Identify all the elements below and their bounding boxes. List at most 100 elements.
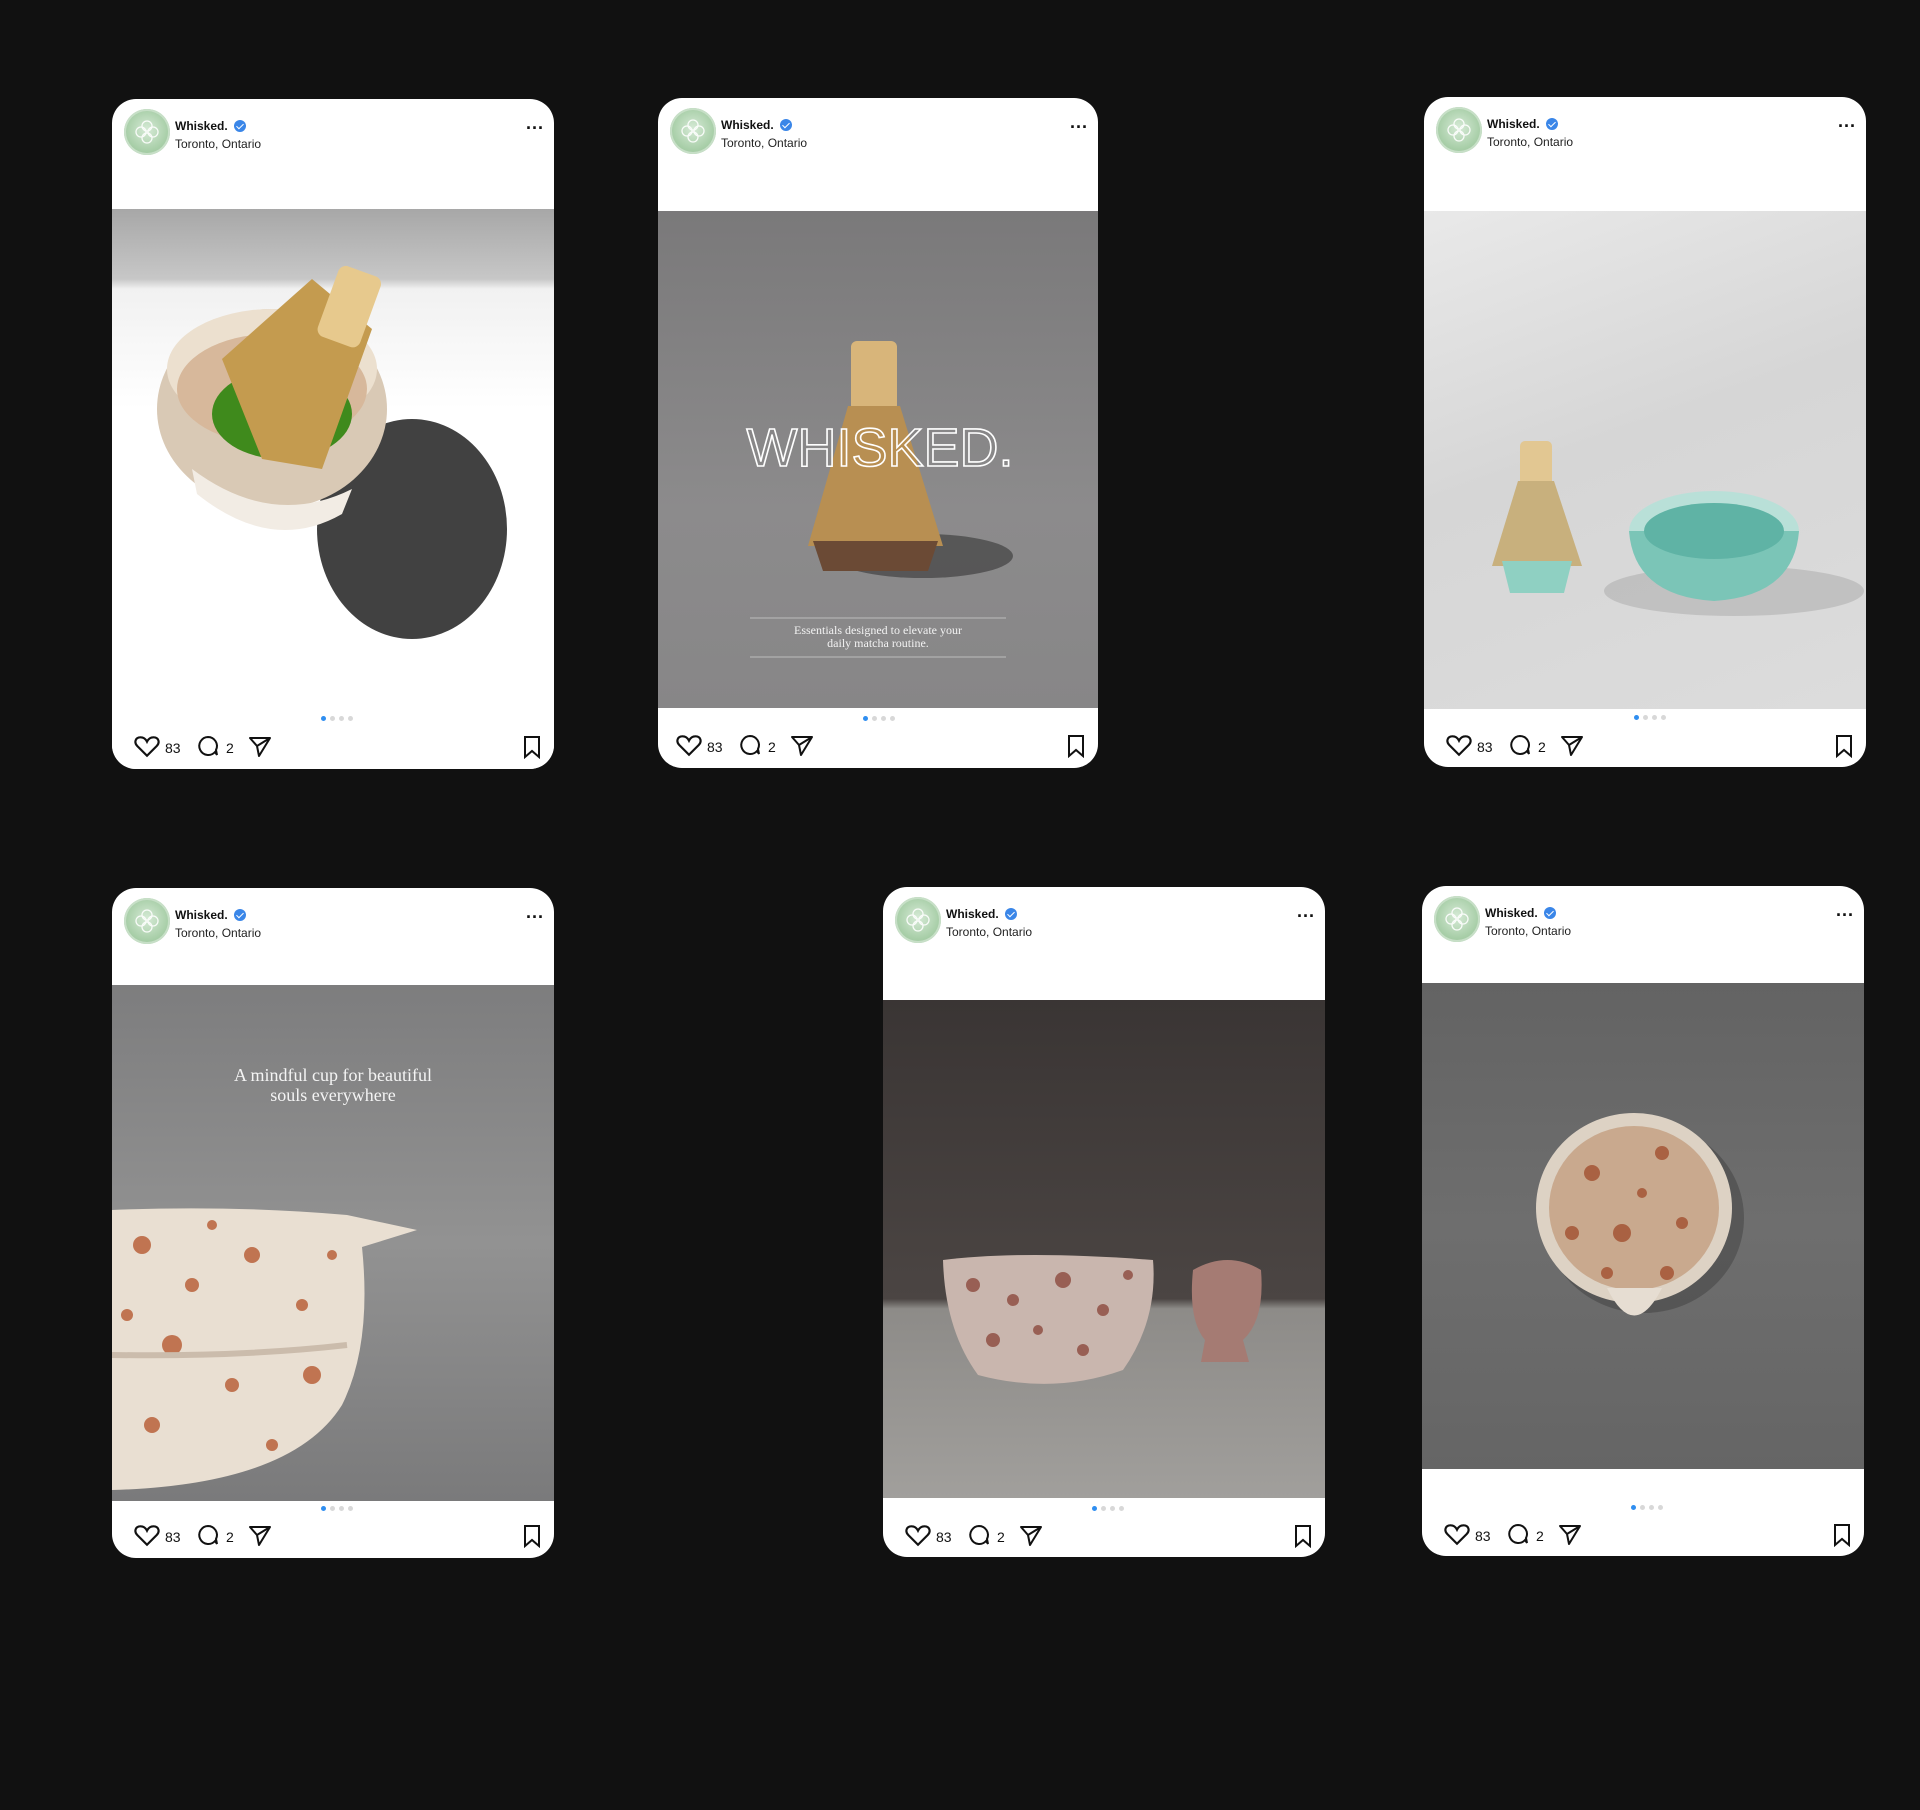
post-actions: 83 2 [658, 728, 1098, 762]
carousel-dot [1110, 1506, 1115, 1511]
avatar[interactable] [670, 108, 716, 154]
leaf-logo-icon [1447, 118, 1471, 142]
send-icon[interactable] [1560, 733, 1584, 757]
avatar[interactable] [1434, 896, 1480, 942]
avatar[interactable] [895, 897, 941, 943]
comment-icon[interactable] [738, 733, 762, 757]
more-options-button[interactable]: ... [1070, 113, 1088, 131]
send-icon[interactable] [248, 1523, 272, 1547]
bookmark-icon[interactable] [1832, 1523, 1852, 1547]
carousel-dot [1640, 1505, 1645, 1510]
post-image[interactable] [1422, 983, 1864, 1469]
post-image[interactable] [112, 209, 554, 769]
post-header: Whisked. Toronto, Ontario ... [1424, 97, 1866, 167]
location[interactable]: Toronto, Ontario [721, 136, 807, 150]
avatar[interactable] [124, 898, 170, 944]
carousel-dot [1649, 1505, 1654, 1510]
heart-icon[interactable] [676, 733, 702, 757]
carousel-dot [1643, 715, 1648, 720]
more-options-button[interactable]: ... [1836, 901, 1854, 919]
send-icon[interactable] [248, 734, 272, 758]
carousel-dot [1634, 715, 1639, 720]
carousel-indicator [1631, 1505, 1663, 1510]
username[interactable]: Whisked. [721, 118, 792, 132]
post-image[interactable] [883, 1000, 1325, 1498]
overlay-wordmark: WHISKED. [746, 418, 1013, 478]
post-actions: 83 2 [112, 729, 554, 763]
more-options-button[interactable]: ... [526, 114, 544, 132]
location[interactable]: Toronto, Ontario [1487, 135, 1573, 149]
post-image[interactable] [1424, 211, 1866, 709]
avatar[interactable] [1436, 107, 1482, 153]
carousel-dot [339, 1506, 344, 1511]
carousel-dot [348, 716, 353, 721]
username-text: Whisked. [946, 907, 999, 921]
location[interactable]: Toronto, Ontario [175, 926, 261, 940]
leaf-logo-icon [135, 909, 159, 933]
comment-icon[interactable] [1506, 1522, 1530, 1546]
username-text: Whisked. [1485, 906, 1538, 920]
post-actions: 83 2 [1422, 1517, 1864, 1551]
carousel-dot [881, 716, 886, 721]
location[interactable]: Toronto, Ontario [946, 925, 1032, 939]
username[interactable]: Whisked. [1485, 906, 1556, 920]
username[interactable]: Whisked. [175, 908, 246, 922]
like-count: 83 [936, 1529, 952, 1545]
whisk-and-teal-bowl-illustration [1492, 441, 1864, 616]
heart-icon[interactable] [1446, 733, 1472, 757]
more-options-button[interactable]: ... [1838, 112, 1856, 130]
bookmark-icon[interactable] [1293, 1524, 1313, 1548]
carousel-dot [1661, 715, 1666, 720]
bookmark-icon[interactable] [522, 1524, 542, 1548]
username-text: Whisked. [1487, 117, 1540, 131]
bookmark-icon[interactable] [1066, 734, 1086, 758]
carousel-dot [1631, 1505, 1636, 1510]
leaf-logo-icon [1445, 907, 1469, 931]
post-image[interactable]: A mindful cup for beautiful souls everyw… [112, 985, 554, 1501]
like-count: 83 [707, 739, 723, 755]
comment-count: 2 [997, 1529, 1005, 1545]
carousel-dot [1658, 1505, 1663, 1510]
more-options-button[interactable]: ... [1297, 902, 1315, 920]
carousel-dot [872, 716, 877, 721]
post-card: Whisked. Toronto, Ontario ... 83 2 [1424, 97, 1866, 767]
comment-icon[interactable] [196, 734, 220, 758]
carousel-indicator [321, 1506, 353, 1511]
more-options-button[interactable]: ... [526, 903, 544, 921]
heart-icon[interactable] [134, 1523, 160, 1547]
send-icon[interactable] [790, 733, 814, 757]
username[interactable]: Whisked. [946, 907, 1017, 921]
comment-count: 2 [1536, 1528, 1544, 1544]
comment-icon[interactable] [1508, 733, 1532, 757]
carousel-indicator [863, 716, 895, 721]
username-text: Whisked. [175, 119, 228, 133]
comment-icon[interactable] [196, 1523, 220, 1547]
like-count: 83 [165, 1529, 181, 1545]
heart-icon[interactable] [1444, 1522, 1470, 1546]
send-icon[interactable] [1019, 1523, 1043, 1547]
bookmark-icon[interactable] [522, 735, 542, 759]
location[interactable]: Toronto, Ontario [175, 137, 261, 151]
heart-icon[interactable] [134, 734, 160, 758]
send-icon[interactable] [1558, 1522, 1582, 1546]
leaf-logo-icon [906, 908, 930, 932]
like-count: 83 [165, 740, 181, 756]
post-header: Whisked. Toronto, Ontario ... [883, 887, 1325, 957]
carousel-dot [348, 1506, 353, 1511]
username[interactable]: Whisked. [175, 119, 246, 133]
bookmark-icon[interactable] [1834, 734, 1854, 758]
username[interactable]: Whisked. [1487, 117, 1558, 131]
post-actions: 83 2 [883, 1518, 1325, 1552]
matcha-whisk-bowl-illustration [157, 265, 507, 639]
comment-icon[interactable] [967, 1523, 991, 1547]
verified-badge-icon [1543, 907, 1556, 919]
location[interactable]: Toronto, Ontario [1485, 924, 1571, 938]
like-count: 83 [1475, 1528, 1491, 1544]
post-header: Whisked. Toronto, Ontario ... [658, 98, 1098, 168]
carousel-dot [339, 716, 344, 721]
speckled-bowl-closeup-illustration [112, 1208, 417, 1490]
avatar[interactable] [124, 109, 170, 155]
post-card: Whisked. Toronto, Ontario ... 83 2 [1422, 886, 1864, 1556]
heart-icon[interactable] [905, 1523, 931, 1547]
post-image[interactable]: WHISKED. Essentials designed to elevate … [658, 211, 1098, 708]
